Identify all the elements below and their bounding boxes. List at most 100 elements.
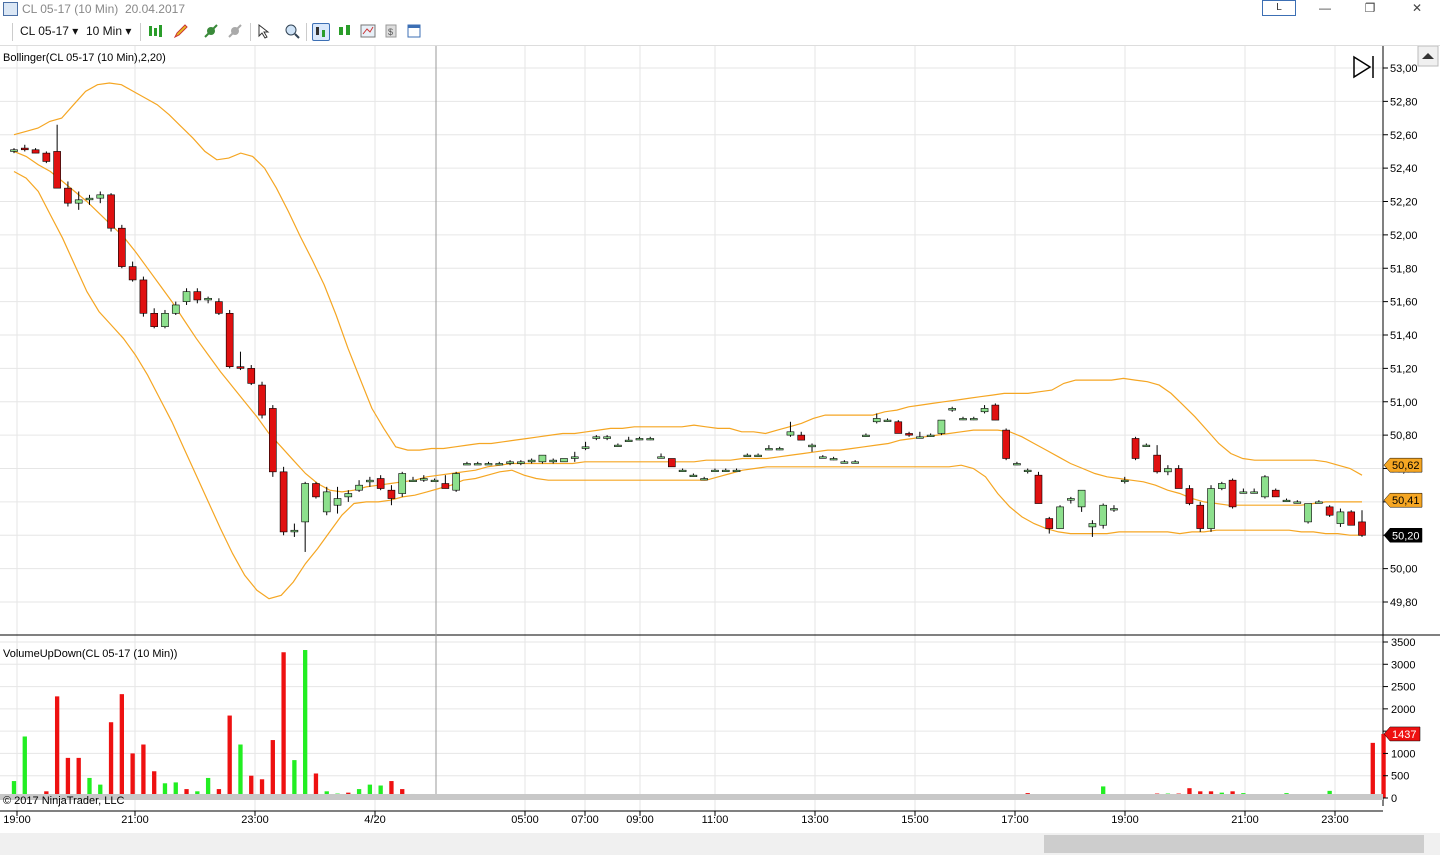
price-tick-label: 52,20 — [1390, 197, 1418, 209]
chart-style-icon[interactable] — [312, 23, 330, 41]
candle — [1088, 520, 1097, 537]
volume-bar — [1370, 742, 1375, 798]
candle — [765, 445, 773, 451]
candle-body — [387, 489, 396, 499]
candle-body — [1034, 474, 1043, 504]
template-icon[interactable] — [406, 23, 422, 39]
candle — [1196, 501, 1205, 532]
price-tick-label: 51,00 — [1390, 397, 1418, 409]
candle-body — [463, 463, 471, 466]
candle-body — [236, 366, 245, 369]
bollinger-middle-band — [13, 150, 1362, 506]
candle-body — [926, 434, 935, 437]
candle-body — [829, 458, 838, 461]
candle — [31, 148, 40, 154]
candle — [797, 431, 806, 441]
candle-body — [840, 461, 849, 464]
candle-body — [1315, 501, 1323, 504]
chart-area[interactable]: 53,00 52,80 52,60 52,40 52,20 52,00 51,80 51,60… — [0, 45, 1440, 857]
candle-body — [786, 431, 795, 436]
candle-body — [818, 456, 827, 459]
chart-app-icon — [3, 2, 18, 16]
candle-body — [1336, 511, 1345, 524]
candle — [1315, 500, 1323, 504]
price-tick-label: 51,20 — [1390, 363, 1418, 375]
candle — [570, 451, 579, 462]
scrollbar-thumb[interactable] — [1044, 835, 1424, 853]
candle-body — [225, 313, 234, 368]
link-button[interactable]: L — [1262, 0, 1296, 16]
candle-body — [1045, 518, 1054, 529]
candle — [1164, 465, 1172, 476]
candle — [53, 124, 61, 189]
candle — [517, 460, 525, 466]
volume-bar — [54, 696, 60, 798]
candle-body — [624, 439, 633, 442]
candle — [1045, 516, 1054, 534]
candle — [193, 288, 202, 304]
candle — [419, 475, 428, 482]
candle — [700, 476, 708, 481]
candle-body — [775, 448, 784, 451]
cursor-icon[interactable] — [256, 23, 272, 39]
candle-body — [1013, 463, 1021, 466]
window-date: 20.04.2017 — [124, 2, 185, 16]
candle-body — [128, 266, 137, 281]
candle-body — [419, 478, 428, 481]
candle-body — [1164, 468, 1172, 473]
candle — [937, 419, 946, 436]
zoom-icon[interactable] — [284, 23, 300, 39]
candle-body — [1207, 488, 1215, 529]
candle-body — [614, 444, 622, 447]
candle-body — [668, 458, 676, 468]
time-tick-label: 21:00 — [1231, 814, 1259, 826]
draw-pencil-icon[interactable] — [173, 23, 189, 39]
properties-icon[interactable] — [360, 23, 376, 39]
candle — [657, 453, 665, 459]
candle-body — [1120, 479, 1129, 482]
last-price-marker-value: 50,20 — [1392, 530, 1420, 542]
restore-icon[interactable]: ❐ — [1355, 0, 1385, 16]
candle — [473, 461, 482, 466]
candle — [668, 458, 676, 468]
remove-indicator-icon[interactable] — [227, 23, 243, 39]
candle-body — [700, 478, 708, 481]
candle-body — [797, 434, 806, 441]
candle-body — [1347, 511, 1356, 526]
bar-type-icon[interactable] — [147, 23, 163, 39]
candle — [743, 453, 752, 457]
minimize-icon[interactable]: — — [1310, 0, 1340, 16]
price-tick-label: 50,00 — [1390, 564, 1418, 576]
volume-tick-label: 500 — [1391, 771, 1409, 783]
volume-tick-label: 2500 — [1391, 682, 1415, 694]
candle — [689, 473, 698, 477]
interval-selector[interactable]: 10 Min ▾ — [86, 24, 131, 38]
candle-body — [937, 419, 946, 434]
horizontal-scrollbar[interactable] — [0, 833, 1440, 855]
price-volume-chart[interactable]: 53,00 52,80 52,60 52,40 52,20 52,00 51,80 51,60… — [0, 45, 1440, 857]
candle — [1325, 505, 1334, 517]
volume-bar — [76, 757, 81, 798]
candle — [959, 416, 967, 421]
candle — [42, 151, 51, 164]
candle-body — [1088, 523, 1097, 528]
data-box-icon[interactable]: $ — [383, 23, 399, 39]
candle — [538, 454, 547, 464]
candlestick-icon[interactable] — [337, 23, 353, 39]
candle-body — [991, 404, 1000, 421]
candle — [463, 461, 471, 466]
candle-body — [959, 418, 967, 421]
candle-body — [10, 149, 18, 152]
candle-body — [581, 446, 590, 449]
time-tick-label: 23:00 — [1321, 814, 1349, 826]
candle-body — [193, 291, 202, 301]
candle — [1282, 498, 1291, 503]
volume-bar — [22, 736, 27, 798]
instrument-selector[interactable]: CL 05-17 ▾ — [20, 24, 78, 38]
add-indicator-icon[interactable] — [203, 23, 219, 39]
candle-body — [398, 473, 407, 494]
candle — [581, 441, 590, 451]
candle — [527, 458, 536, 464]
close-icon[interactable]: ✕ — [1402, 0, 1432, 16]
play-to-end-icon[interactable] — [1353, 55, 1374, 79]
